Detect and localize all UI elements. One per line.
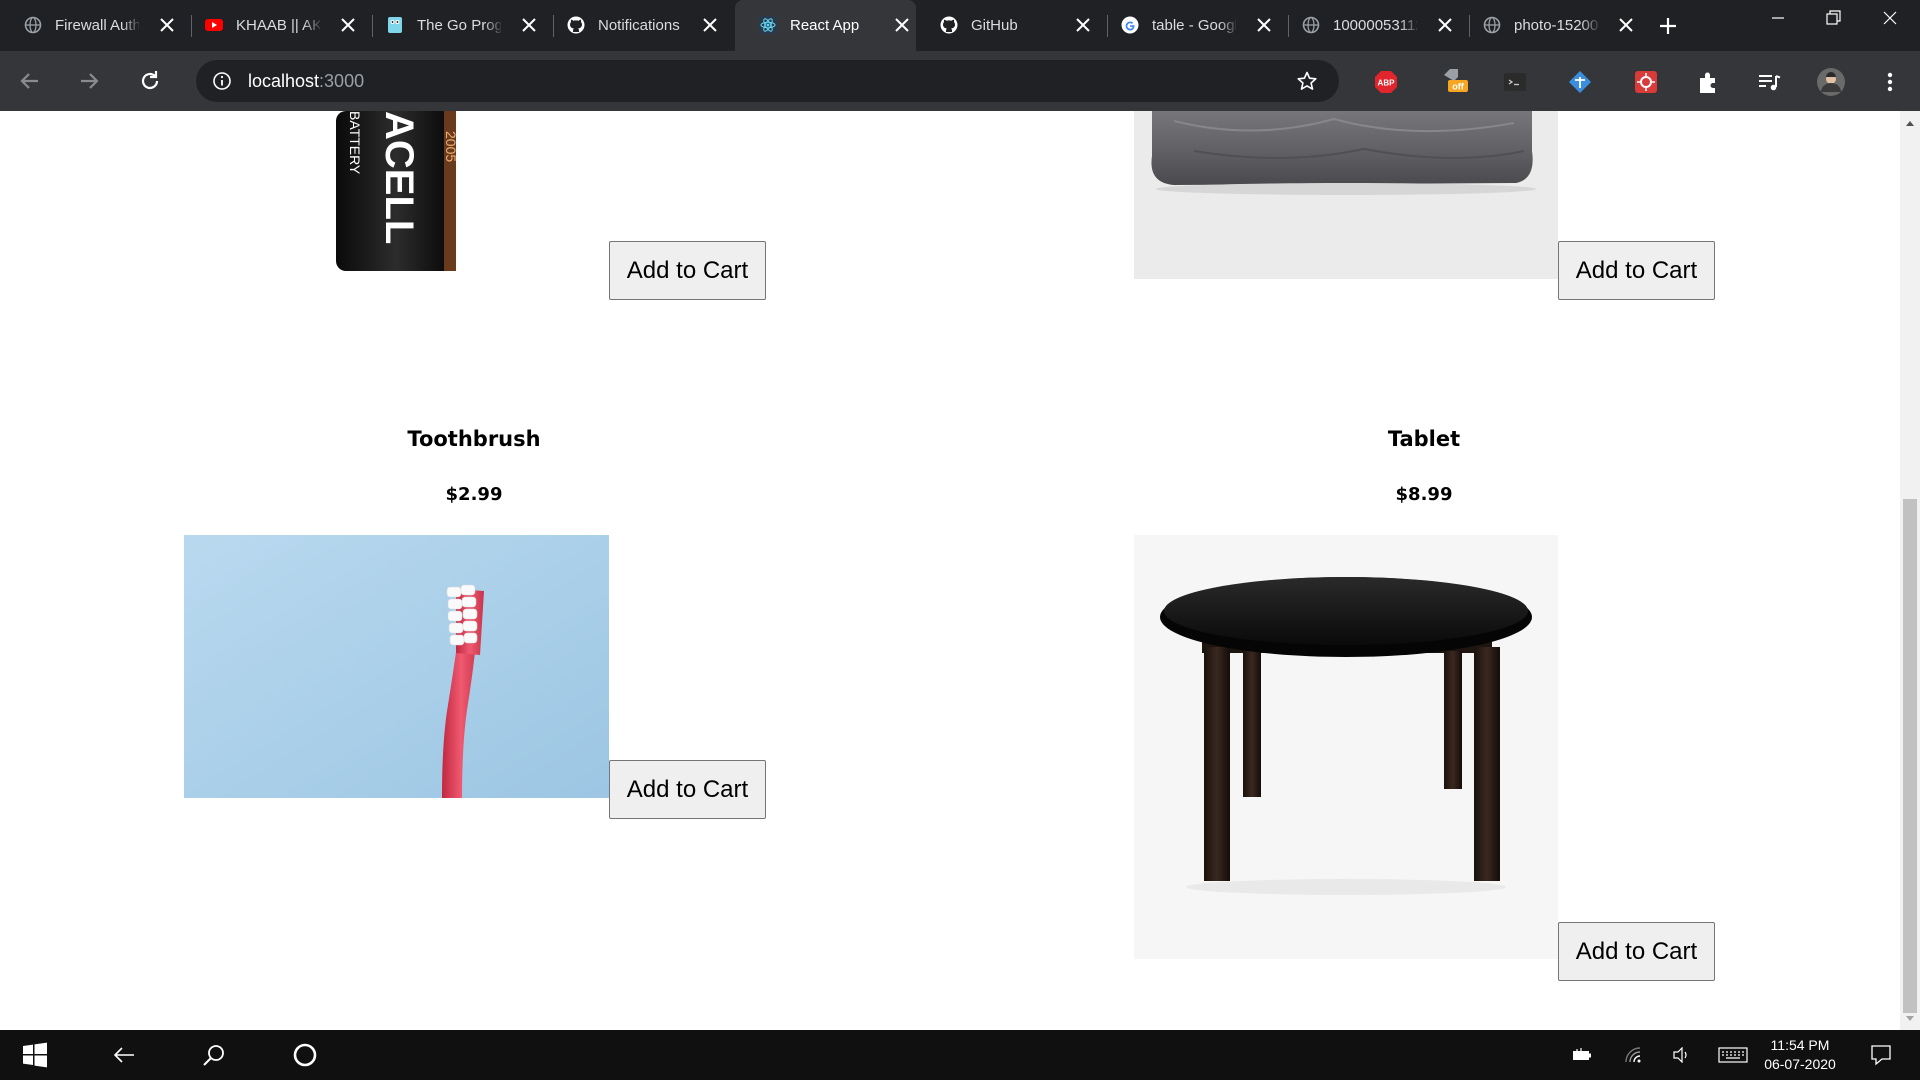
tab-youtube[interactable]: KHAAB || AKHIL	[181, 0, 373, 51]
page-scrollbar[interactable]	[1900, 111, 1920, 1030]
close-tab-icon[interactable]	[1074, 16, 1092, 34]
close-tab-icon[interactable]	[1436, 16, 1454, 34]
volume-icon[interactable]	[1672, 1047, 1692, 1063]
close-tab-icon[interactable]	[701, 16, 719, 34]
tab-github[interactable]: GitHub	[916, 0, 1108, 51]
profile-avatar-icon[interactable]	[1816, 67, 1846, 97]
tab-react-app[interactable]: React App	[735, 0, 916, 51]
clock-time: 11:54 PM	[1770, 1037, 1830, 1053]
wifi-icon[interactable]	[1624, 1047, 1644, 1063]
github-icon	[567, 16, 585, 34]
media-queue-icon[interactable]	[1756, 69, 1782, 95]
battery-brand: ACELL	[377, 111, 421, 244]
browser-toolbar: localhost:3000 ABP off	[0, 51, 1920, 111]
close-tab-icon[interactable]	[1255, 16, 1273, 34]
terminal-icon[interactable]	[1502, 69, 1528, 95]
bookmark-star-icon[interactable]	[1296, 70, 1318, 92]
screenshot-icon[interactable]	[1633, 69, 1659, 95]
url-text: localhost:3000	[248, 71, 364, 91]
windows-start-icon[interactable]	[22, 1042, 48, 1068]
keyboard-icon[interactable]	[1718, 1047, 1748, 1063]
abp-label: ABP	[1378, 79, 1396, 88]
tab-title: GitHub	[971, 17, 1018, 34]
close-tab-icon[interactable]	[1617, 16, 1635, 34]
table-image	[1134, 535, 1558, 959]
reload-icon[interactable]	[136, 67, 164, 95]
page-content: ACELL BATTERY 2005 Add to Cart Add to Ca…	[0, 111, 1900, 1030]
product-price: $8.99	[1395, 484, 1453, 505]
battery-image: ACELL BATTERY 2005	[336, 111, 461, 277]
add-to-cart-button[interactable]: Add to Cart	[609, 241, 766, 300]
product-name: Toothbrush	[407, 427, 541, 451]
tab-title: Notifications	[598, 17, 680, 34]
google-icon	[1121, 16, 1139, 34]
tab-strip: Firewall Authentication KHAAB || AKHIL T…	[0, 0, 1920, 51]
add-to-cart-button[interactable]: Add to Cart	[1558, 241, 1715, 300]
coupon-off-icon[interactable]: off	[1440, 65, 1470, 95]
clock-date: 06-07-2020	[1764, 1056, 1836, 1072]
blanket-image	[1134, 111, 1558, 279]
tab-firewall[interactable]: Firewall Authentication	[0, 0, 192, 51]
close-tab-icon[interactable]	[339, 16, 357, 34]
new-tab-icon[interactable]	[1656, 14, 1680, 38]
tab-image-1[interactable]: 10000053112	[1278, 0, 1470, 51]
toothbrush-image	[184, 535, 609, 798]
add-to-cart-button[interactable]: Add to Cart	[1558, 922, 1715, 981]
site-info-icon[interactable]	[212, 71, 232, 91]
puzzle-extensions-icon[interactable]	[1696, 69, 1722, 95]
url-host: localhost	[248, 71, 320, 91]
minimize-icon[interactable]	[1768, 8, 1788, 28]
battery-status-icon[interactable]	[1572, 1047, 1592, 1063]
off-label: off	[1452, 82, 1464, 92]
scroll-up-arrow-icon[interactable]	[1905, 119, 1915, 127]
search-icon[interactable]	[202, 1043, 226, 1067]
address-bar[interactable]: localhost:3000	[196, 60, 1339, 102]
menu-icon[interactable]	[1877, 69, 1903, 95]
product-price: $2.99	[445, 484, 503, 505]
tab-google-table[interactable]: table - Google	[1097, 0, 1289, 51]
add-to-cart-button[interactable]: Add to Cart	[609, 760, 766, 819]
battery-sub: BATTERY	[347, 111, 363, 175]
globe-icon	[1302, 16, 1320, 34]
gopher-icon	[388, 17, 402, 33]
windows-taskbar: 11:54 PM 06-07-2020	[0, 1030, 1920, 1080]
globe-icon	[24, 16, 42, 34]
scroll-down-arrow-icon[interactable]	[1905, 1015, 1915, 1023]
close-tab-icon[interactable]	[520, 16, 538, 34]
url-port: :3000	[319, 71, 365, 91]
system-clock[interactable]: 11:54 PM 06-07-2020	[1760, 1036, 1840, 1074]
react-icon	[759, 16, 777, 34]
tab-go-programming[interactable]: The Go Programming	[362, 0, 554, 51]
close-tab-icon[interactable]	[893, 16, 911, 34]
close-tab-icon[interactable]	[158, 16, 176, 34]
close-window-icon[interactable]	[1880, 8, 1900, 28]
youtube-icon	[205, 19, 223, 31]
product-name: Tablet	[1387, 427, 1461, 451]
translate-icon[interactable]	[1567, 69, 1593, 95]
cortana-icon[interactable]	[292, 1042, 318, 1068]
tab-photo[interactable]: photo-15200	[1459, 0, 1640, 51]
restore-icon[interactable]	[1823, 8, 1843, 28]
notifications-icon[interactable]	[1870, 1044, 1892, 1066]
tab-title: React App	[790, 17, 860, 34]
battery-code: 2005	[443, 131, 459, 162]
scrollbar-thumb[interactable]	[1903, 499, 1917, 1013]
back-arrow-icon[interactable]	[112, 1043, 136, 1067]
adblock-plus-icon[interactable]: ABP	[1373, 69, 1399, 95]
globe-icon	[1483, 16, 1501, 34]
tab-notifications[interactable]: Notifications	[543, 0, 724, 51]
back-icon[interactable]	[16, 67, 44, 95]
forward-icon[interactable]	[75, 67, 103, 95]
github-icon	[940, 16, 958, 34]
